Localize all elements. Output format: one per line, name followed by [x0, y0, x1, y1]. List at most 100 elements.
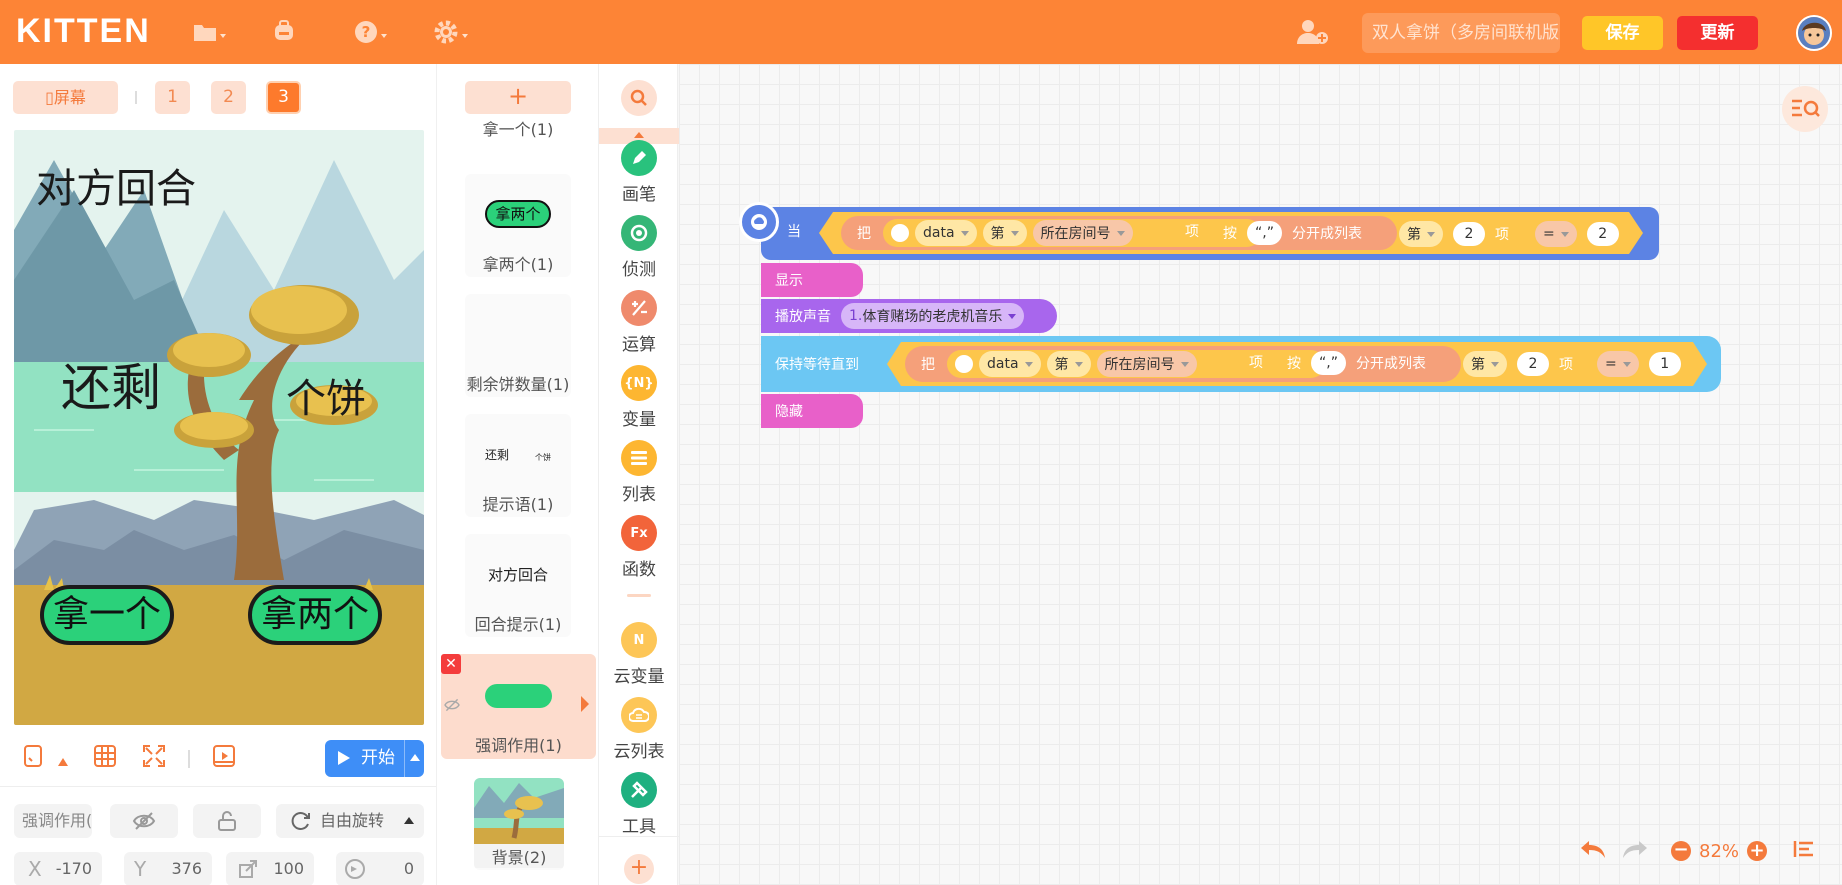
fullscreen-icon[interactable] [142, 744, 166, 772]
take-one-button[interactable]: 拿一个 [40, 585, 174, 645]
screen-toggle-button[interactable]: ▯屏幕 [13, 81, 118, 114]
scene-tab-2[interactable]: 2 [211, 81, 246, 114]
rotation-mode-select[interactable]: 自由旋转 [276, 804, 424, 838]
chevron-down-icon [1622, 361, 1631, 367]
caret-up-icon[interactable] [58, 751, 68, 770]
eye-off-icon[interactable] [443, 697, 461, 716]
sprite-list: + 拿一个(1) 拿两个 拿两个(1) 剩余饼数量(1) 还剩 个饼 提示语(1… [436, 64, 598, 885]
category-pen[interactable]: 画笔 [599, 140, 679, 205]
file-menu[interactable] [193, 18, 226, 46]
category-functions[interactable]: Fx 函数 [599, 515, 679, 580]
device-orientation-icon[interactable] [23, 744, 43, 772]
take-two-button[interactable]: 拿两个 [248, 585, 382, 645]
search-button[interactable] [621, 80, 657, 116]
sound-dropdown[interactable]: 1. 体育赌场的老虎机音乐 [841, 303, 1025, 329]
zoom-in-icon[interactable]: + [1747, 841, 1768, 861]
background-item[interactable]: 背景(2) [474, 778, 564, 870]
sprite-item-selected[interactable]: ✕ 强调作用(1) [441, 654, 596, 759]
operator-dropdown[interactable]: = [1535, 221, 1577, 247]
divider [0, 786, 436, 787]
collaborate-button[interactable] [1296, 18, 1330, 46]
record-video-icon[interactable] [212, 744, 236, 772]
cloud-var-dropdown[interactable]: data [979, 351, 1041, 377]
redo-icon[interactable] [1621, 838, 1649, 864]
sprite-item[interactable]: 拿一个(1) [465, 114, 571, 144]
room-field-dropdown[interactable]: 所在房间号 [1096, 351, 1197, 377]
x-position-field[interactable]: X -170 [14, 852, 102, 885]
share-menu[interactable] [272, 18, 296, 46]
play-sound-block[interactable]: 播放声音 1. 体育赌场的老虎机音乐 [761, 299, 1057, 333]
direction-icon [345, 859, 365, 879]
align-blocks-icon[interactable] [1793, 839, 1815, 863]
help-icon: ? [355, 21, 377, 43]
add-user-icon [1297, 20, 1328, 44]
avatar[interactable] [1796, 15, 1832, 51]
sprite-item[interactable]: 拿两个 拿两个(1) [465, 174, 571, 277]
update-button[interactable]: 更新 [1677, 16, 1758, 50]
divider [188, 750, 190, 768]
zoom-out-icon[interactable]: − [1671, 841, 1691, 861]
lock-toggle[interactable] [193, 804, 261, 838]
grid-icon[interactable] [93, 744, 117, 772]
category-cloud-variables[interactable]: N 云变量 [599, 622, 679, 687]
index-dropdown[interactable]: 第 [982, 220, 1027, 246]
split-block[interactable]: data 第 所在房间号 [947, 350, 1325, 378]
sprite-thumbnail [474, 778, 564, 844]
sprite-item[interactable]: 对方回合 回合提示(1) [465, 534, 571, 637]
sprite-name-field[interactable]: 强调作用(1) [14, 804, 92, 838]
gear-icon [434, 20, 458, 44]
show-block[interactable]: 显示 [761, 263, 863, 297]
stage-canvas[interactable]: 对方回合 还剩 个饼 拿一个 拿两个 [14, 130, 424, 725]
separator-input[interactable]: “,” [1247, 221, 1282, 245]
visibility-toggle[interactable] [110, 804, 178, 838]
block-search-button[interactable] [1782, 86, 1828, 132]
chevron-down-icon [1008, 313, 1017, 319]
index-dropdown[interactable]: 第 [1399, 221, 1443, 247]
room-field-dropdown[interactable]: 所在房间号 [1032, 220, 1133, 246]
add-extension-button[interactable]: + [624, 854, 654, 884]
scene-tab-3[interactable]: 3 [266, 81, 301, 114]
category-sensing[interactable]: 侦测 [599, 215, 679, 280]
sprite-item[interactable]: 还剩 个饼 提示语(1) [465, 414, 571, 517]
category-lists[interactable]: 列表 [599, 440, 679, 505]
separator-input[interactable]: “,” [1311, 351, 1346, 375]
undo-icon[interactable] [1579, 838, 1607, 864]
size-field[interactable]: 100 [226, 852, 314, 885]
project-name-input[interactable]: 双人拿饼（多房间联机版） [1362, 13, 1560, 53]
stage-panel: ▯屏幕 1 2 3 对方回合 还剩 个饼 拿一个 拿两个 开始 强调作用(自由… [0, 64, 436, 885]
compare-row: = 2 [1535, 221, 1619, 247]
chevron-down-icon [1074, 361, 1083, 367]
sprite-thumbnail: 对方回合 [487, 566, 548, 584]
add-sprite-button[interactable]: + [465, 81, 571, 114]
scene-tab-1[interactable]: 1 [155, 81, 190, 114]
sprite-thumbnail: 还剩 [485, 448, 510, 462]
chevron-down-icon [1116, 230, 1125, 236]
y-position-field[interactable]: Y 376 [124, 852, 212, 885]
save-button[interactable]: 保存 [1582, 16, 1663, 50]
index-dropdown[interactable]: 第 [1463, 351, 1507, 377]
compare-value-input[interactable]: 1 [1648, 352, 1681, 376]
sprite-item[interactable]: 剩余饼数量(1) [465, 294, 571, 397]
caret-up-icon[interactable] [410, 754, 420, 761]
settings-menu[interactable] [433, 18, 468, 46]
index-input[interactable]: 2 [1517, 352, 1549, 376]
top-bar: KITTEN ? 双人拿饼（多房间联机版） 保存 更新 [0, 0, 1842, 64]
chevron-down-icon [1024, 361, 1033, 367]
index-dropdown[interactable]: 第 [1046, 351, 1091, 377]
split-block[interactable]: data 第 所在房间号 [883, 219, 1261, 247]
start-button[interactable]: 开始 [325, 740, 424, 777]
index-input[interactable]: 2 [1453, 222, 1485, 246]
compare-value-input[interactable]: 2 [1586, 222, 1619, 246]
category-operators[interactable]: 运算 [599, 290, 679, 355]
cloud-var-dropdown[interactable]: data [915, 220, 977, 246]
category-cloud-lists[interactable]: 云列表 [599, 697, 679, 762]
category-variables[interactable]: {N} 变量 [599, 365, 679, 430]
category-tools[interactable]: 工具 [599, 772, 679, 837]
chevron-right-icon[interactable] [581, 696, 589, 712]
hide-block[interactable]: 隐藏 [761, 394, 863, 428]
delete-sprite-icon[interactable]: ✕ [441, 654, 461, 674]
help-menu[interactable]: ? [354, 18, 387, 46]
operator-dropdown[interactable]: = [1597, 351, 1639, 377]
direction-field[interactable]: 0 [336, 852, 424, 885]
code-workspace[interactable]: 当 把 data 第 所在房间号 项 按 “,” 分开成列表 第 2 项 = 2… [679, 64, 1842, 885]
